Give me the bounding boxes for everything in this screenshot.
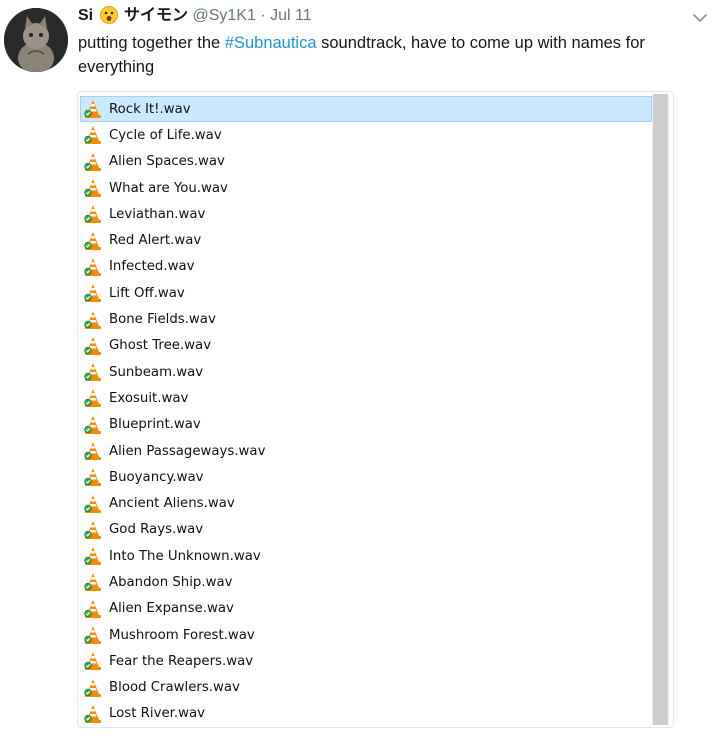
vlc-cone-icon [83,572,103,592]
file-list: Rock It!.wav Cycle of Life.wav Alien Space… [80,96,652,727]
file-row[interactable]: Ancient Aliens.wav [80,490,652,516]
vlc-cone-icon [83,494,103,514]
vlc-cone-icon [83,415,103,435]
file-row[interactable]: Infected.wav [80,254,652,280]
file-row[interactable]: Sunbeam.wav [80,359,652,385]
vlc-cone-icon [83,362,103,382]
file-name: Abandon Ship.wav [109,574,233,590]
tweet-text-start: putting together the [78,34,225,52]
file-name: What are You.wav [109,180,228,196]
file-name: Bone Fields.wav [109,312,216,328]
file-row[interactable]: Rock It!.wav [80,96,652,123]
vlc-cone-icon [83,152,103,172]
surprised-face-icon [99,6,118,30]
vlc-cone-icon [83,651,103,671]
file-name: Red Alert.wav [109,233,202,249]
file-name: Buoyancy.wav [109,469,204,485]
file-row[interactable]: Fear the Reapers.wav [80,648,652,674]
vlc-cone-icon [83,178,103,198]
file-name: Fear the Reapers.wav [109,653,254,669]
scrollbar-thumb[interactable] [653,94,668,725]
tweet-date[interactable]: Jul 11 [270,7,312,24]
file-row[interactable]: Into The Unknown.wav [80,543,652,569]
file-row[interactable]: Exosuit.wav [80,385,652,411]
vlc-cone-icon [83,283,103,303]
file-row[interactable]: Ghost Tree.wav [80,333,652,359]
vlc-cone-icon [83,231,103,251]
file-row[interactable]: Mushroom Forest.wav [80,622,652,648]
display-name[interactable]: Si [78,7,93,24]
file-name: Alien Spaces.wav [109,154,225,170]
vlc-cone-icon [83,625,103,645]
file-row[interactable]: Red Alert.wav [80,227,652,253]
file-name: Lost River.wav [109,706,206,722]
file-name: Sunbeam.wav [109,364,204,380]
vlc-cone-icon [83,546,103,566]
file-row[interactable]: What are You.wav [80,175,652,201]
file-row[interactable]: Bone Fields.wav [80,306,652,332]
separator: · [260,7,266,24]
vlc-cone-icon [83,336,103,356]
file-row[interactable]: Alien Expanse.wav [80,596,652,622]
vlc-cone-icon [83,204,103,224]
vlc-cone-icon [83,257,103,277]
attached-image[interactable]: Rock It!.wav Cycle of Life.wav Alien Space… [77,91,674,728]
file-name: Ghost Tree.wav [109,338,212,354]
file-row[interactable]: Leviathan.wav [80,201,652,227]
user-handle[interactable]: @Sy1K1 [193,7,256,24]
vlc-cone-icon [83,704,103,724]
vlc-cone-icon [83,388,103,408]
tweet-header: Si サイモン @Sy1K1 · Jul 11 [78,6,312,30]
file-name: Blood Crawlers.wav [109,680,240,696]
vlc-cone-icon [83,99,103,119]
vlc-cone-icon [83,599,103,619]
file-row[interactable]: Blood Crawlers.wav [80,675,652,701]
hashtag-link[interactable]: #Subnautica [225,34,317,52]
file-name: Mushroom Forest.wav [109,627,255,643]
file-row[interactable]: Blueprint.wav [80,412,652,438]
file-name: Alien Expanse.wav [109,601,234,617]
file-name: God Rays.wav [109,522,204,538]
tweet-text: putting together the #Subnautica soundtr… [78,31,698,79]
chevron-down-icon[interactable] [690,10,710,26]
file-name: Ancient Aliens.wav [109,496,235,512]
file-name: Rock It!.wav [109,101,191,117]
file-name: Cycle of Life.wav [109,127,222,143]
vlc-cone-icon [83,441,103,461]
file-row[interactable]: Lift Off.wav [80,280,652,306]
file-row[interactable]: Buoyancy.wav [80,464,652,490]
vlc-cone-icon [83,467,103,487]
scrollbar[interactable] [652,94,669,725]
file-row[interactable]: Alien Passageways.wav [80,438,652,464]
file-name: Exosuit.wav [109,390,189,406]
file-name: Into The Unknown.wav [109,548,261,564]
file-row[interactable]: Abandon Ship.wav [80,569,652,595]
vlc-cone-icon [83,678,103,698]
file-name: Lift Off.wav [109,285,185,301]
file-row[interactable]: Lost River.wav [80,701,652,727]
avatar[interactable] [4,8,68,72]
vlc-cone-icon [83,310,103,330]
file-row[interactable]: Alien Spaces.wav [80,149,652,175]
japanese-name[interactable]: サイモン [124,7,188,24]
vlc-cone-icon [83,520,103,540]
file-name: Alien Passageways.wav [109,443,266,459]
file-row[interactable]: Cycle of Life.wav [80,122,652,148]
file-name: Blueprint.wav [109,417,201,433]
file-name: Leviathan.wav [109,206,206,222]
file-row[interactable]: God Rays.wav [80,517,652,543]
vlc-cone-icon [83,125,103,145]
file-name: Infected.wav [109,259,195,275]
